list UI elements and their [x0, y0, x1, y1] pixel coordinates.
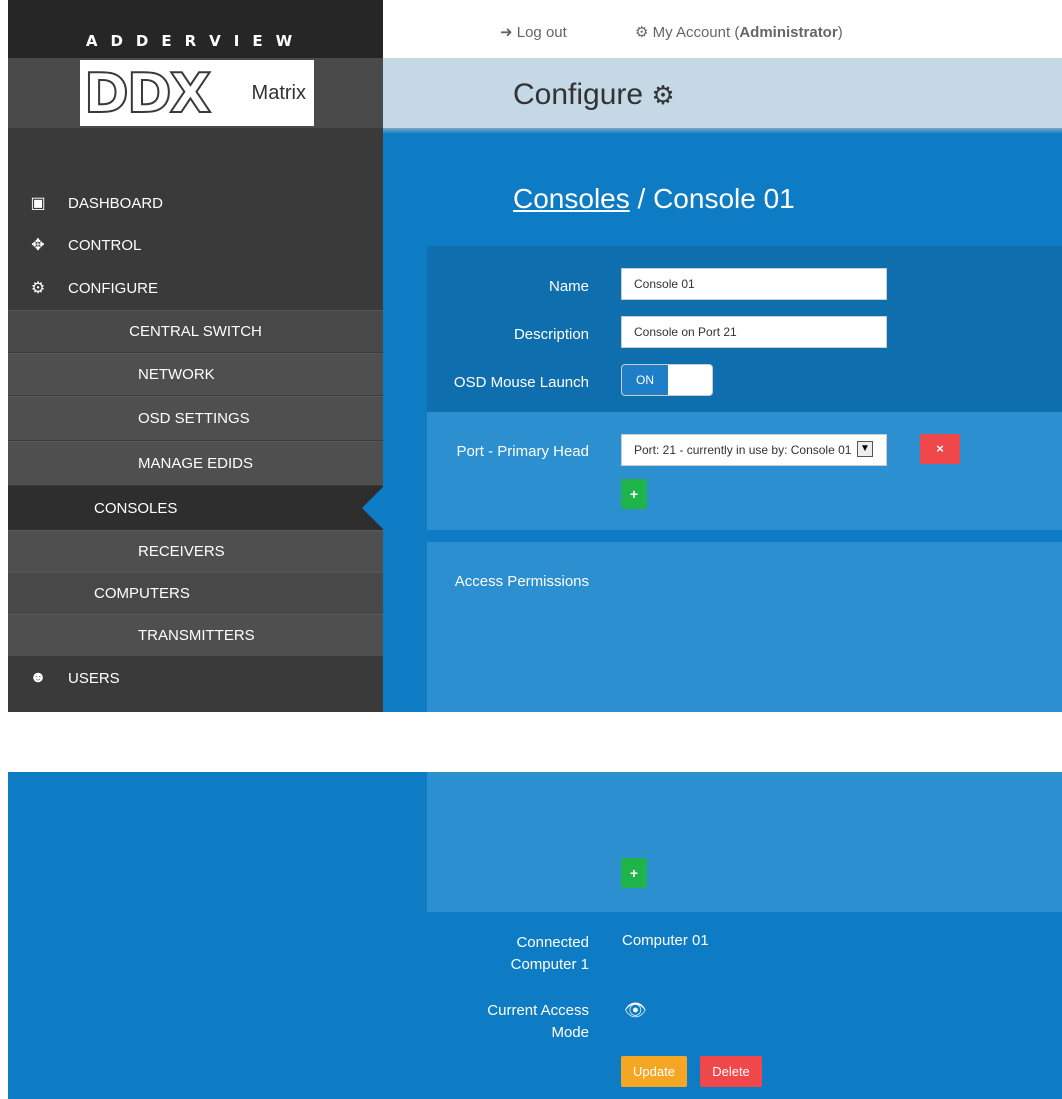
breadcrumb-consoles-link[interactable]: Consoles [513, 183, 630, 214]
sidebar-item-label: CENTRAL SWITCH [129, 323, 262, 340]
description-label: Description [513, 326, 589, 343]
sidebar-item-network[interactable]: NETWORK [8, 353, 383, 395]
port-select[interactable]: Port: 21 - currently in use by: Console … [621, 434, 887, 466]
sidebar-item-label: OSD SETTINGS [138, 410, 250, 427]
sidebar-item-configure[interactable]: ⚙ CONFIGURE [8, 267, 383, 309]
sidebar-item-label: CONFIGURE [68, 279, 158, 297]
sidebar-item-control[interactable]: ✥ CONTROL [8, 224, 383, 266]
port-panel [427, 412, 1062, 530]
chevron-down-icon[interactable]: ▼ [857, 441, 873, 457]
add-port-button[interactable]: + [621, 479, 647, 509]
connected-computer-label: Connected Computer 1 [510, 934, 589, 973]
breadcrumb-current: Console 01 [653, 183, 795, 214]
my-account-link[interactable]: ⚙ My Account (Administrator) [635, 23, 843, 41]
name-field[interactable]: Console 01 [621, 268, 887, 300]
sidebar-item-central-switch[interactable]: CENTRAL SWITCH [8, 310, 383, 352]
port-primary-head-label: Port - Primary Head [456, 443, 589, 460]
logout-link[interactable]: ➜ Log out [500, 23, 567, 41]
sidebar-item-osd-settings[interactable]: OSD SETTINGS [8, 396, 383, 440]
sidebar-item-manage-edids[interactable]: MANAGE EDIDS [8, 441, 383, 485]
current-access-mode-label: Current Access Mode [487, 1002, 589, 1041]
sidebar-item-computers[interactable]: COMPUTERS [8, 572, 383, 614]
sidebar-item-label: MANAGE EDIDS [138, 455, 254, 472]
eye-icon: 👁 [624, 1000, 647, 1020]
title-bar: Configure ⚙ [383, 58, 1062, 128]
gears-icon: ⚙ [635, 24, 649, 41]
add-permission-button[interactable]: + [621, 858, 647, 888]
connected-computer-value: Computer 01 [622, 932, 709, 949]
name-label: Name [548, 278, 589, 295]
sidebar-item-label: DASHBOARD [68, 194, 164, 212]
top-links-bar: ➜ Log out ⚙ My Account (Administrator) [383, 0, 1062, 58]
logo-main-text: DDX [83, 61, 212, 126]
brand-wordmark: ADDERVIEW [85, 32, 306, 50]
gears-icon: ⚙ [651, 80, 675, 110]
sidebar-item-receivers[interactable]: RECEIVERS [8, 530, 383, 572]
description-field[interactable]: Console on Port 21 [621, 316, 887, 348]
ddx-matrix-logo: DDX Matrix [80, 60, 314, 126]
breadcrumb: Consoles / Console 01 [513, 183, 795, 214]
delete-button[interactable]: Delete [700, 1056, 762, 1087]
sidebar-item-label: CONSOLES [94, 499, 178, 517]
sidebar-item-label: TRANSMITTERS [138, 627, 255, 644]
sidebar-item-label: COMPUTERS [94, 585, 190, 602]
sidebar-item-users[interactable]: ☻ USERS [8, 657, 383, 699]
laptop-icon: ▣ [30, 195, 46, 212]
access-permissions-panel-lower [427, 772, 1062, 912]
sidebar-item-label: USERS [68, 669, 120, 687]
toggle-on-state: ON [622, 365, 668, 395]
logout-icon: ➜ [500, 24, 513, 41]
sidebar-item-consoles[interactable]: CONSOLES [8, 486, 383, 530]
remove-port-button[interactable]: × [920, 434, 960, 464]
sidebar-lower-area [8, 772, 383, 1099]
osd-mouse-launch-toggle[interactable]: ON [621, 364, 713, 396]
sidebar-item-dashboard[interactable]: ▣ DASHBOARD [8, 183, 383, 223]
screenshot-tear [0, 712, 1062, 772]
osd-mouse-launch-label: OSD Mouse Launch [453, 374, 589, 391]
logo-sub-text: Matrix [251, 82, 306, 104]
logo-band: DDX Matrix [8, 58, 383, 128]
page-title: Configure ⚙ [513, 78, 675, 111]
users-icon: ☻ [29, 669, 47, 686]
sidebar-item-label: CONTROL [68, 236, 142, 254]
access-permissions-label: Access Permissions [454, 573, 589, 590]
sidebar-item-label: RECEIVERS [138, 543, 225, 560]
access-permissions-panel [427, 542, 1062, 712]
account-role: Administrator [739, 24, 838, 41]
sidebar-item-label: NETWORK [138, 366, 215, 383]
update-button[interactable]: Update [621, 1056, 687, 1087]
move-icon: ✥ [31, 237, 45, 254]
gears-icon: ⚙ [30, 280, 46, 297]
active-nav-arrow [362, 486, 384, 530]
brand-bar: ADDERVIEW [8, 0, 383, 58]
sidebar-item-transmitters[interactable]: TRANSMITTERS [8, 614, 383, 656]
